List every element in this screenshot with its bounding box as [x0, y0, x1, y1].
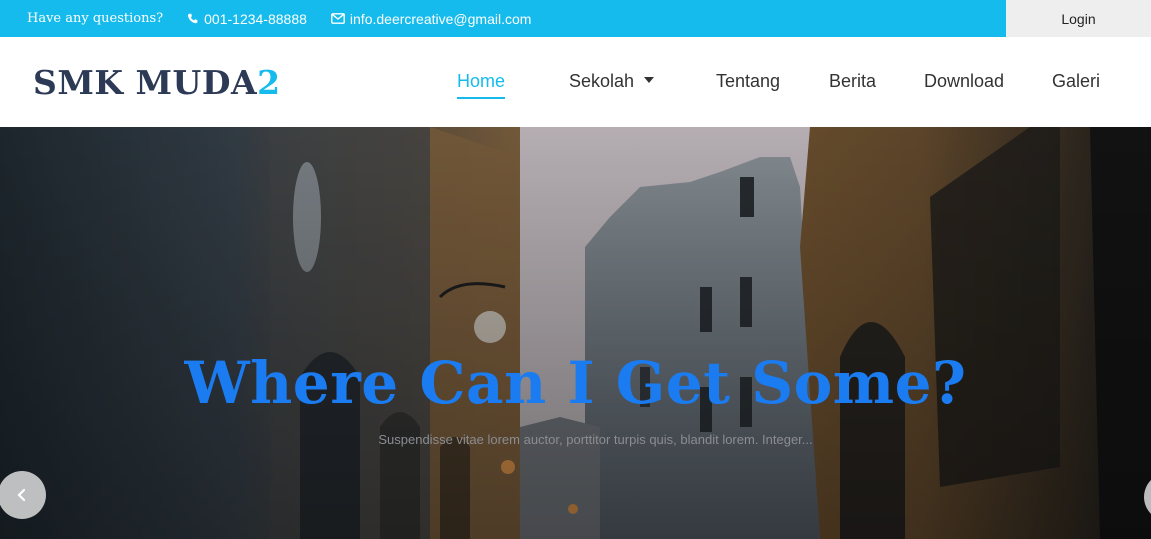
phone-contact[interactable]: 001-1234-88888 [187, 11, 307, 27]
email-address: info.deercreative@gmail.com [349, 10, 532, 27]
chevron-left-icon [17, 488, 26, 502]
envelope-icon [331, 13, 345, 24]
nav-item-sekolah-label: Sekolah [569, 71, 635, 91]
hero-background-image [0, 127, 1151, 539]
hero-slider: Where Can I Get Some? Suspendisse vitae … [0, 127, 1151, 539]
slider-prev-button[interactable] [0, 471, 46, 519]
nav-item-download[interactable]: Download [924, 71, 1004, 92]
caret-down-icon [644, 77, 655, 84]
nav-item-galeri[interactable]: Galeri [1052, 71, 1100, 92]
hero-subtitle: Suspendisse vitae lorem auctor, porttito… [378, 432, 813, 447]
phone-icon [188, 13, 198, 23]
phone-number: 001-1234-88888 [204, 10, 307, 27]
nav-item-sekolah[interactable]: Sekolah [569, 71, 655, 92]
login-button[interactable]: Login [1006, 0, 1151, 37]
nav-item-tentang[interactable]: Tentang [716, 71, 780, 92]
nav-item-berita[interactable]: Berita [829, 71, 876, 92]
site-header: SMK MUDA2 Home Sekolah Tentang Berita Do… [0, 37, 1151, 127]
hero-title: Where Can I Get Some? [184, 349, 967, 417]
nav-item-home[interactable]: Home [457, 71, 506, 99]
top-bar: Have any questions? 001-1234-88888 info.… [0, 0, 1151, 37]
questions-text: Have any questions? [27, 11, 164, 26]
email-contact[interactable]: info.deercreative@gmail.com [331, 10, 532, 27]
contact-info: Have any questions? 001-1234-88888 info.… [27, 0, 555, 37]
main-nav: Home Sekolah Tentang Berita Download Gal… [0, 37, 1151, 127]
